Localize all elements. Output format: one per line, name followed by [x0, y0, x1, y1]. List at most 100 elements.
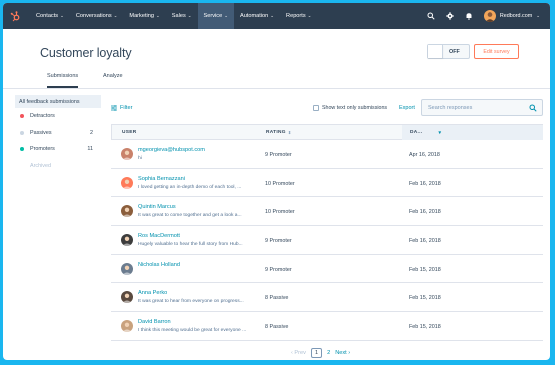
table-header: USER RATING ⇕ DA... ▾: [111, 124, 543, 140]
status-dot: [20, 130, 24, 135]
chevron-down-icon: ⌄: [60, 13, 64, 18]
account-menu[interactable]: Redbord.com ⌄: [483, 10, 540, 22]
submission-date: Feb 15, 2018: [409, 324, 441, 331]
next-page-button[interactable]: Next ›: [335, 350, 350, 356]
prev-label: Prev: [294, 350, 306, 356]
table-row[interactable]: Anna Perko It was great to hear from eve…: [111, 283, 543, 313]
hubspot-logo-icon[interactable]: [9, 10, 22, 23]
tab-submissions[interactable]: Submissions: [47, 73, 79, 88]
tab-analyze[interactable]: Analyze: [103, 73, 123, 79]
nav-label: Service: [203, 13, 223, 19]
bell-icon[interactable]: [465, 12, 474, 21]
sidebar-item-label: Archived: [30, 162, 51, 169]
column-header-label: RATING: [266, 130, 286, 135]
sidebar-item-all[interactable]: All feedback submissions: [15, 95, 101, 108]
nav-marketing[interactable]: Marketing ⌄: [123, 3, 165, 29]
nav-service[interactable]: Service ⌄: [197, 3, 234, 29]
sidebar-item-count: 2: [90, 129, 93, 136]
search-input[interactable]: Search responses: [421, 99, 543, 116]
nav-conversations[interactable]: Conversations ⌄: [70, 3, 124, 29]
sidebar-item-count: 11: [87, 146, 93, 153]
nav-label: Automation: [239, 13, 269, 19]
rating-value: 8 Passive: [265, 295, 289, 302]
user-name-link[interactable]: Quintin Marcus: [138, 204, 176, 210]
page-1-button[interactable]: 1: [310, 348, 323, 358]
checkbox[interactable]: [313, 105, 319, 111]
nav-label: Marketing: [129, 13, 154, 19]
sidebar-item-label: Passives: [30, 129, 52, 136]
feedback-text: I think this meeting would be great for …: [138, 328, 247, 334]
table-row[interactable]: Sophia Bernazzani I loved getting an in-…: [111, 169, 543, 198]
nav-automation[interactable]: Automation ⌄: [234, 3, 280, 29]
column-header-label: DA...: [410, 130, 423, 135]
avatar: [121, 205, 133, 218]
user-name-link[interactable]: Anna Perko: [138, 290, 167, 296]
nav-contacts[interactable]: Contacts ⌄: [30, 3, 70, 29]
sidebar-item-promoters[interactable]: Promoters 11: [15, 141, 101, 158]
user-name-link[interactable]: Nicholas Holland: [138, 262, 180, 268]
table-row[interactable]: Ros MacDermott Hugely valuable to hear t…: [111, 226, 543, 255]
filter-icon: [111, 105, 117, 111]
search-icon: [529, 104, 538, 113]
nav-label: Conversations: [75, 13, 112, 19]
nav-label: Sales: [171, 13, 186, 19]
gear-icon[interactable]: [446, 12, 455, 21]
export-link[interactable]: Export: [399, 105, 415, 111]
chevron-down-icon: ⌄: [307, 13, 312, 18]
nav-label: Reports: [286, 13, 306, 19]
page-header: Customer loyalty OFF Edit survey Submiss…: [3, 29, 550, 89]
rating-value: 8 Passive: [265, 324, 289, 331]
page-title: Customer loyalty: [40, 46, 132, 60]
rating-value: 9 Promoter: [265, 152, 292, 158]
next-label: Next: [335, 350, 347, 356]
nav-sales[interactable]: Sales ⌄: [166, 3, 198, 29]
submission-date: Feb 15, 2018: [409, 266, 441, 273]
submissions-table: USER RATING ⇕ DA... ▾ mgeorgieva@hubspot…: [111, 124, 543, 341]
column-header-rating[interactable]: RATING ⇕: [266, 130, 292, 135]
filter-button[interactable]: Filter: [111, 105, 132, 111]
table-row[interactable]: David Barron I think this meeting would …: [111, 312, 543, 341]
sidebar-item-archived[interactable]: Archived: [15, 158, 101, 175]
status-dot: [20, 114, 24, 119]
chevron-down-icon: ⌄: [270, 13, 275, 18]
sidebar: All feedback submissions Detractors Pass…: [15, 95, 101, 174]
user-name-link[interactable]: Ros MacDermott: [138, 233, 180, 239]
rating-value: 10 Promoter: [265, 209, 295, 216]
table-row[interactable]: Nicholas Holland 9 Promoter Feb 15, 2018: [111, 255, 543, 284]
app-window: Contacts ⌄ Conversations ⌄ Marketing ⌄ Sale…: [3, 3, 550, 360]
user-name-link[interactable]: Sophia Bernazzani: [138, 176, 185, 182]
search-icon[interactable]: [427, 12, 436, 21]
nav-reports[interactable]: Reports ⌄: [280, 3, 317, 29]
chevron-down-icon: ⌄: [187, 13, 192, 18]
chevron-down-icon: ⌄: [536, 13, 540, 18]
sidebar-item-detractors[interactable]: Detractors: [15, 108, 101, 125]
sort-desc-icon: ▾: [438, 129, 442, 136]
sidebar-item-passives[interactable]: Passives 2: [15, 125, 101, 142]
toggle-label: OFF: [449, 48, 460, 55]
column-header-user[interactable]: USER: [122, 130, 137, 135]
user-name-link[interactable]: mgeorgieva@hubspot.com: [138, 147, 205, 153]
page-2-button[interactable]: 2: [327, 350, 330, 356]
avatar: [121, 148, 133, 160]
feedback-text: I loved getting an in-depth demo of each…: [138, 184, 242, 190]
survey-toggle[interactable]: OFF: [427, 44, 470, 59]
rating-value: 9 Promoter: [265, 238, 292, 245]
sort-icon: ⇕: [287, 130, 292, 135]
rating-value: 10 Promoter: [265, 180, 295, 187]
sidebar-item-label: Promoters: [30, 146, 55, 153]
column-header-date[interactable]: DA... ▾: [402, 125, 543, 140]
feedback-text: Hugely valuable to hear the full story f…: [138, 242, 243, 248]
prev-page-button[interactable]: ‹ Prev: [291, 350, 306, 356]
user-name-link[interactable]: David Barron: [138, 319, 171, 325]
sidebar-item-label: Detractors: [30, 113, 55, 120]
avatar: [121, 234, 133, 247]
submission-date: Feb 16, 2018: [409, 209, 441, 216]
edit-survey-button[interactable]: Edit survey: [474, 44, 519, 59]
feedback-text: It was great to hear from everyone on pr…: [138, 299, 244, 305]
table-row[interactable]: mgeorgieva@hubspot.com hi 9 Promoter Apr…: [111, 140, 543, 169]
table-row[interactable]: Quintin Marcus It was great to come toge…: [111, 197, 543, 227]
show-text-only-toggle[interactable]: Show text only submissions: [313, 105, 387, 111]
toggle-knob: [428, 45, 443, 58]
avatar: [121, 320, 133, 333]
avatar: [121, 176, 133, 189]
